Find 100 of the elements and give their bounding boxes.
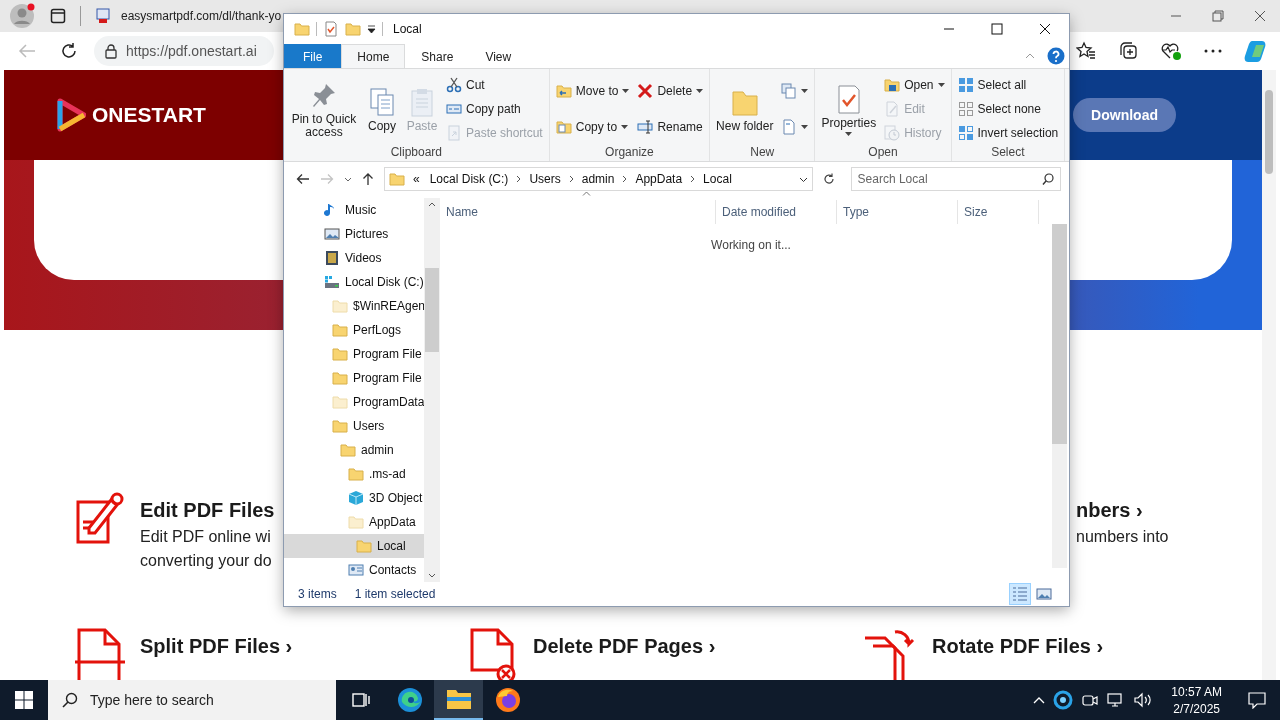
column-header[interactable]: Size bbox=[958, 200, 1039, 224]
profile-icon[interactable] bbox=[8, 2, 36, 30]
scrollbar-thumb[interactable] bbox=[1265, 90, 1273, 174]
ribbon-button[interactable]: Rename bbox=[635, 118, 706, 136]
feature-title[interactable]: Edit PDF Files bbox=[140, 499, 275, 522]
column-header[interactable]: Type bbox=[837, 200, 958, 224]
breadcrumb[interactable]: Local Disk (C:) bbox=[427, 172, 511, 186]
collections-icon[interactable] bbox=[1118, 41, 1138, 61]
ribbon-button[interactable]: Copy path bbox=[444, 100, 545, 118]
ribbon-button[interactable] bbox=[779, 82, 811, 100]
restore-icon[interactable] bbox=[1212, 10, 1224, 22]
page-scrollbar[interactable] bbox=[1262, 70, 1276, 680]
ribbon-button[interactable]: Invert selection bbox=[955, 124, 1061, 142]
refresh-icon[interactable] bbox=[822, 173, 835, 185]
recent-locations-icon[interactable] bbox=[344, 176, 352, 182]
tab-actions-icon[interactable] bbox=[50, 8, 66, 24]
folder-icon bbox=[332, 298, 348, 314]
tree-item[interactable]: Contacts bbox=[284, 558, 424, 582]
tree-item[interactable]: Program File bbox=[284, 366, 424, 390]
tree-item[interactable]: Program File bbox=[284, 342, 424, 366]
ribbon-button[interactable]: Select none bbox=[955, 100, 1061, 118]
scrollbar-thumb[interactable] bbox=[425, 268, 439, 352]
clock-time[interactable]: 10:57 AM bbox=[1171, 684, 1222, 699]
scroll-up-icon[interactable] bbox=[428, 202, 436, 207]
ribbon-button[interactable]: Copy to bbox=[553, 118, 632, 136]
tree-item[interactable]: Pictures bbox=[284, 222, 424, 246]
ribbon-button[interactable]: Pin to Quick access bbox=[288, 77, 360, 141]
browser-tab[interactable]: easysmartpdf.com/dl/thank-yo bbox=[95, 8, 282, 24]
volume-icon[interactable] bbox=[1133, 692, 1154, 708]
close-icon[interactable] bbox=[1254, 10, 1266, 22]
ribbon-button[interactable]: Open bbox=[882, 76, 947, 94]
select-none-icon bbox=[957, 101, 974, 117]
feature-title[interactable]: Split PDF Files › bbox=[140, 635, 293, 658]
copilot-icon[interactable] bbox=[1244, 39, 1268, 63]
feature-title[interactable]: nbers › bbox=[1076, 499, 1169, 522]
scrollbar[interactable] bbox=[424, 198, 440, 582]
more-icon[interactable] bbox=[1204, 49, 1222, 53]
taskbar-app[interactable] bbox=[434, 680, 483, 720]
notifications-icon[interactable] bbox=[1248, 691, 1266, 709]
taskbar-search-field[interactable]: Type here to search bbox=[48, 680, 336, 720]
ribbon-button[interactable]: Cut bbox=[444, 76, 545, 94]
tree-item[interactable]: Users bbox=[284, 414, 424, 438]
breadcrumb[interactable]: Local bbox=[701, 172, 734, 186]
windows-icon[interactable] bbox=[15, 691, 33, 709]
dropdown-icon[interactable] bbox=[798, 176, 808, 182]
feature-title[interactable]: Delete PDF Pages › bbox=[533, 635, 716, 658]
back-icon[interactable] bbox=[296, 173, 310, 185]
breadcrumb[interactable]: AppData bbox=[633, 172, 685, 186]
status-message: Working on it... bbox=[711, 238, 791, 254]
pictures-icon bbox=[324, 226, 340, 242]
chevron-icon bbox=[622, 175, 628, 183]
tree-item[interactable]: 3D Object bbox=[284, 486, 424, 510]
tree-item[interactable]: .ms-ad bbox=[284, 462, 424, 486]
tree-item[interactable]: $WinREAgen bbox=[284, 294, 424, 318]
download-button[interactable]: Download bbox=[1073, 98, 1176, 132]
refresh-icon[interactable] bbox=[60, 42, 78, 60]
tree-item[interactable]: Music bbox=[284, 198, 424, 222]
tree-item[interactable]: AppData bbox=[284, 510, 424, 534]
tree-item[interactable]: Videos bbox=[284, 246, 424, 270]
show-hidden-icons-icon[interactable] bbox=[1033, 696, 1046, 704]
address-bar[interactable]: « Local Disk (C:) Users admin AppData Local bbox=[384, 167, 813, 191]
clock-date[interactable]: 2/7/2025 bbox=[1173, 701, 1220, 716]
tree-item[interactable]: admin bbox=[284, 438, 424, 462]
properties-icon[interactable] bbox=[323, 21, 339, 37]
folder-icon bbox=[332, 418, 348, 434]
ribbon-button[interactable]: Properties bbox=[819, 80, 879, 138]
favorites-icon[interactable] bbox=[1076, 41, 1096, 61]
ribbon-tab[interactable]: View bbox=[469, 44, 528, 68]
scrollbar-thumb[interactable] bbox=[1052, 224, 1067, 444]
feature-title[interactable]: Rotate PDF Files › bbox=[932, 635, 1104, 658]
tree-item[interactable]: Local bbox=[284, 534, 424, 558]
tree-item[interactable]: PerfLogs bbox=[284, 318, 424, 342]
maximize-icon[interactable] bbox=[991, 23, 1003, 35]
camera-icon[interactable] bbox=[1081, 692, 1100, 708]
customize-caret-icon[interactable] bbox=[367, 25, 376, 33]
search-field[interactable]: Search Local bbox=[850, 167, 1061, 191]
tree-item[interactable]: Local Disk (C:) bbox=[284, 270, 424, 294]
column-header[interactable]: Name bbox=[440, 200, 716, 224]
swirl-icon[interactable] bbox=[1053, 690, 1074, 710]
breadcrumb[interactable]: Users bbox=[527, 172, 563, 186]
ribbon-button[interactable]: Select all bbox=[955, 76, 1061, 94]
health-icon[interactable] bbox=[1160, 41, 1182, 61]
address-bar[interactable]: https://pdf.onestart.ai bbox=[94, 36, 274, 66]
ribbon-button[interactable]: Copy bbox=[364, 83, 400, 135]
up-icon[interactable] bbox=[362, 172, 374, 186]
help-icon[interactable] bbox=[1047, 47, 1065, 65]
ribbon-tab[interactable]: Home bbox=[341, 44, 406, 68]
breadcrumb[interactable]: admin bbox=[579, 172, 617, 186]
ribbon-button[interactable]: Delete bbox=[635, 82, 706, 100]
tree-item[interactable]: ProgramData bbox=[284, 390, 424, 414]
collapse-icon[interactable] bbox=[1025, 53, 1035, 59]
ribbon-tab[interactable]: File bbox=[284, 44, 342, 68]
ribbon-button[interactable]: New folder bbox=[714, 83, 776, 135]
column-header[interactable]: Date modified bbox=[716, 200, 837, 224]
scrollbar[interactable] bbox=[1052, 224, 1067, 568]
scroll-down-icon[interactable] bbox=[428, 573, 436, 578]
ribbon-button[interactable]: Move to bbox=[553, 82, 632, 100]
breadcrumb-overflow[interactable]: « bbox=[411, 172, 422, 186]
close-icon[interactable] bbox=[1039, 23, 1051, 35]
ribbon-tab[interactable]: Share bbox=[405, 44, 470, 68]
